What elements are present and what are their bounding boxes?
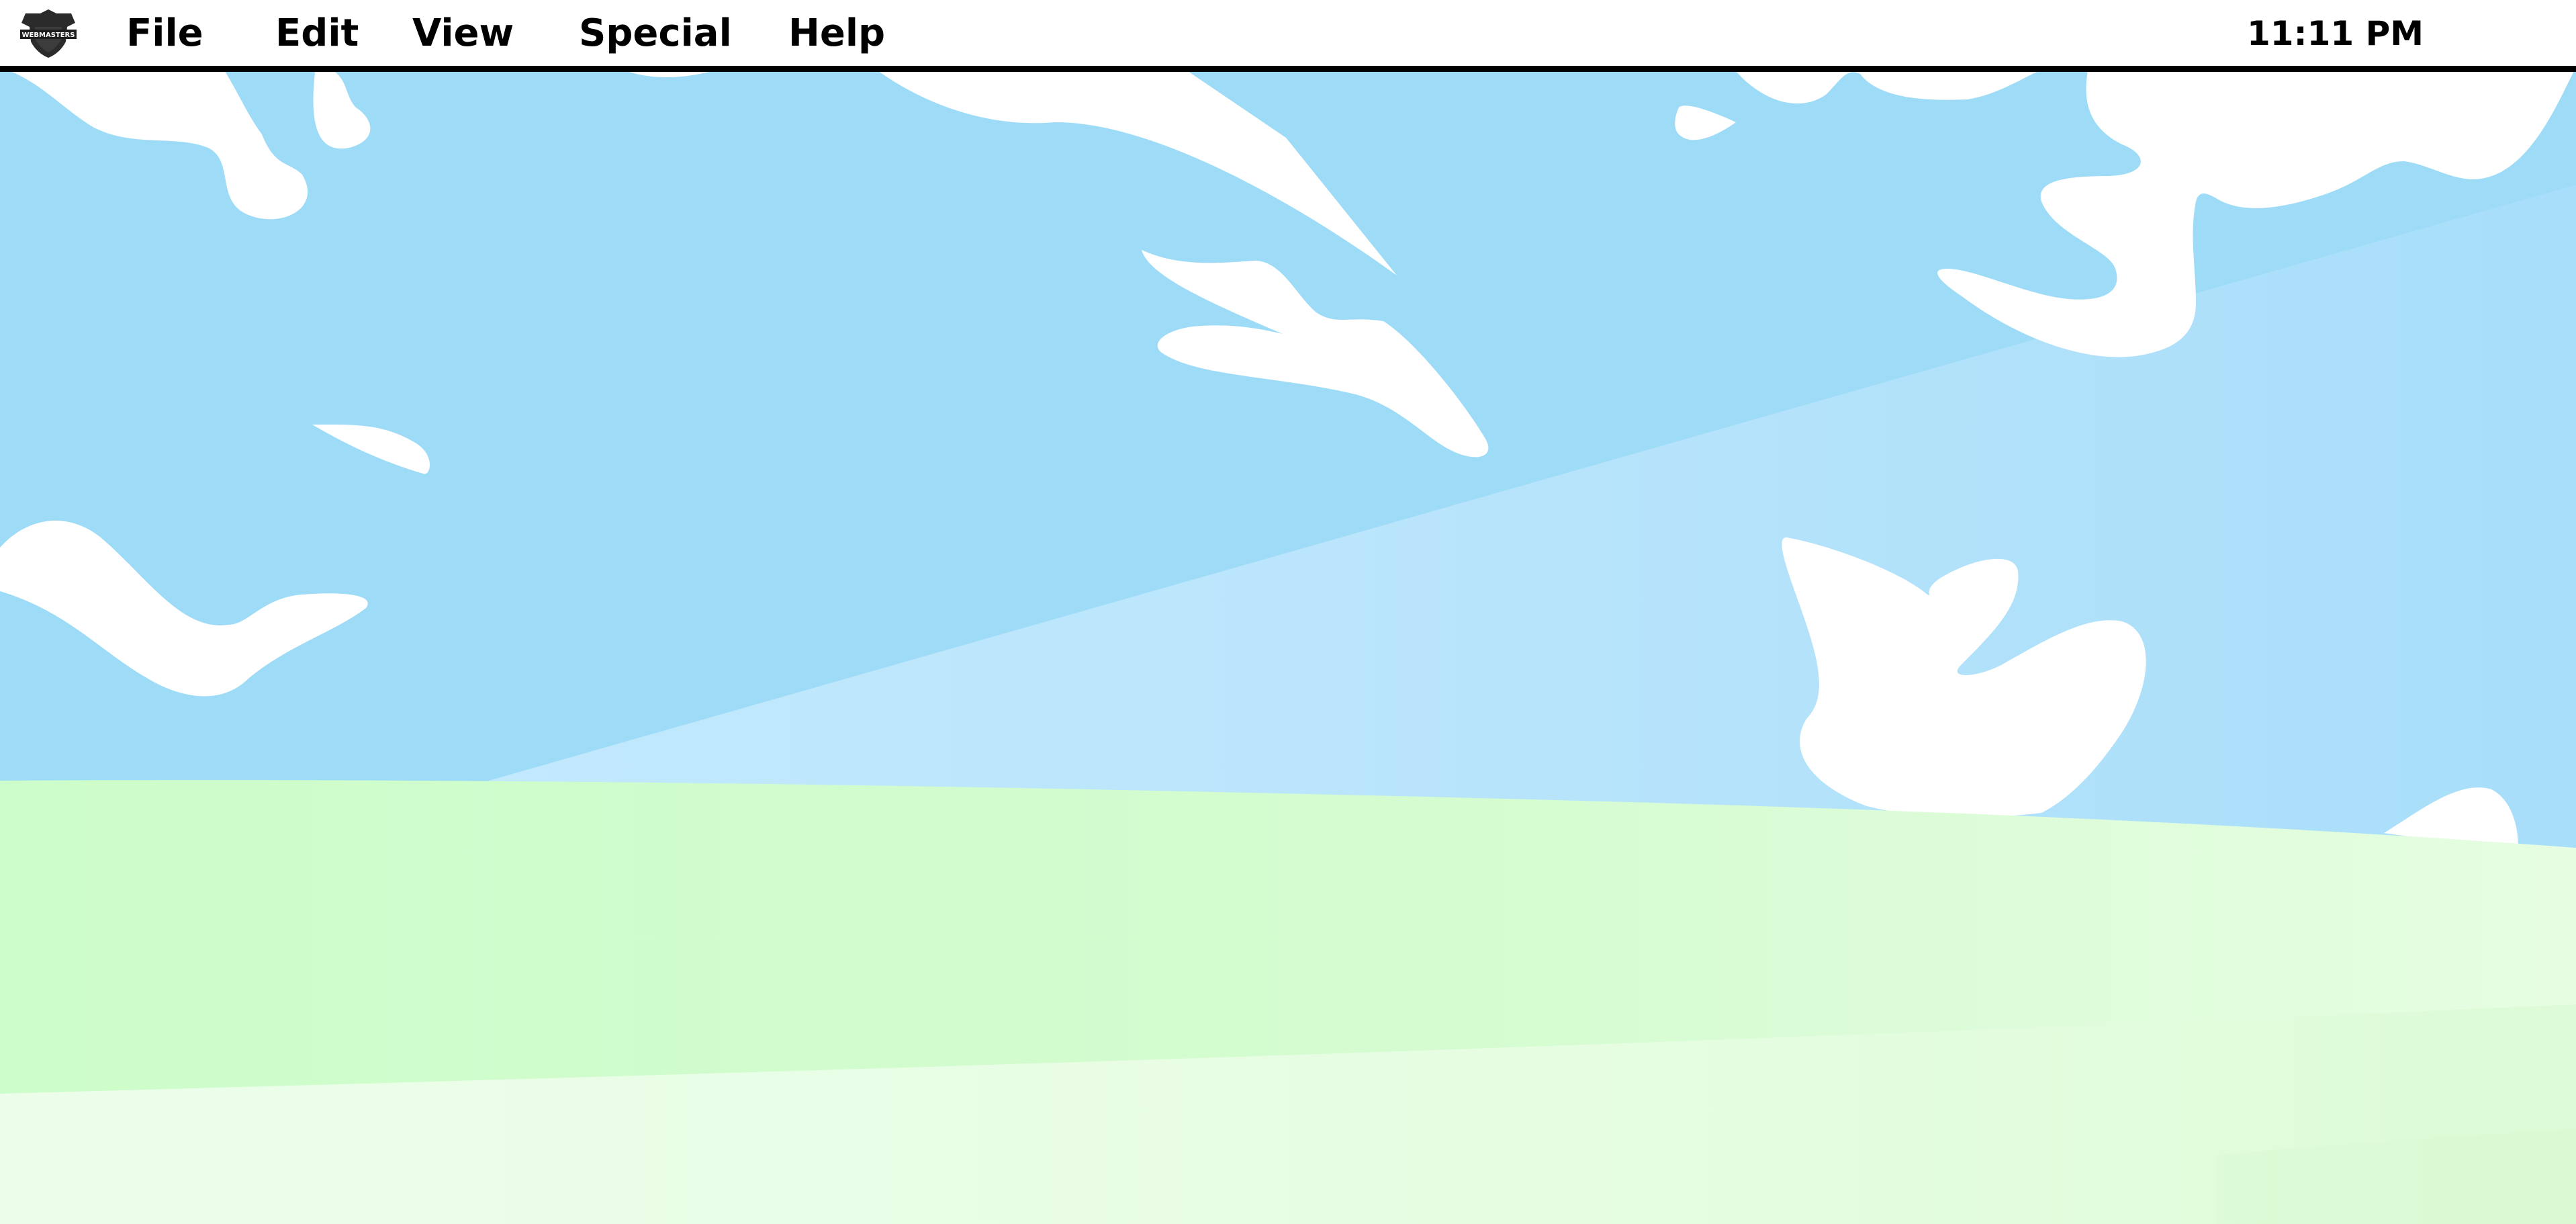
menu-bar: WEBMASTERS File Edit View Special Help 1…	[0, 0, 2576, 72]
menu-edit[interactable]: Edit	[275, 0, 359, 66]
menu-special[interactable]: Special	[579, 0, 732, 66]
menu-view[interactable]: View	[412, 0, 514, 66]
menu-file[interactable]: File	[126, 0, 203, 66]
menu-help[interactable]: Help	[788, 0, 885, 66]
desktop[interactable]: WEBMASTERS File Edit View Special Help 1…	[0, 0, 2576, 1224]
desktop-wallpaper	[0, 0, 2576, 1224]
menu-bar-clock[interactable]: 11:11 PM	[2247, 0, 2424, 66]
webmaster-shield-logo-icon[interactable]: WEBMASTERS	[17, 7, 79, 60]
logo-text: WEBMASTERS	[22, 32, 75, 39]
